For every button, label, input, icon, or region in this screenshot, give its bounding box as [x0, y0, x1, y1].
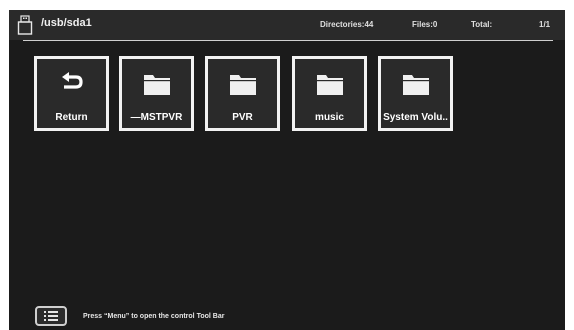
tile-label: System Volu..: [383, 112, 448, 123]
tile-label: Return: [55, 112, 88, 123]
tile-label: PVR: [232, 112, 253, 123]
folder-tile-pvr[interactable]: PVR: [205, 56, 280, 131]
header-divider: [23, 40, 553, 41]
page-indicator: 1/1: [539, 20, 551, 29]
folder-tile-system-volume[interactable]: System Volu..: [378, 56, 453, 131]
files-count: Files:0: [412, 20, 438, 29]
usb-drive-icon: [17, 15, 33, 35]
tile-label: —MSTPVR: [130, 112, 183, 123]
tile-return[interactable]: Return: [34, 56, 109, 131]
menu-button[interactable]: [35, 306, 67, 326]
menu-hint-text: Press “Menu” to open the control Tool Ba…: [83, 313, 225, 320]
total-size: Total:: [471, 20, 493, 29]
return-arrow-icon: [61, 72, 83, 89]
current-path: /usb/sda1: [41, 17, 92, 29]
folder-tile-mstpvr[interactable]: —MSTPVR: [119, 56, 194, 131]
folder-icon: [143, 75, 170, 95]
directories-count: Directories:44: [320, 20, 374, 29]
folder-tile-music[interactable]: music: [292, 56, 367, 131]
list-menu-icon: [44, 311, 58, 321]
folder-icon: [402, 75, 429, 95]
tile-label: music: [315, 112, 344, 123]
header-bar: /usb/sda1 Directories:44 Files:0 Total: …: [9, 10, 565, 40]
folder-icon: [229, 75, 256, 95]
file-browser-screen: /usb/sda1 Directories:44 Files:0 Total: …: [9, 10, 565, 330]
folder-icon: [316, 75, 343, 95]
